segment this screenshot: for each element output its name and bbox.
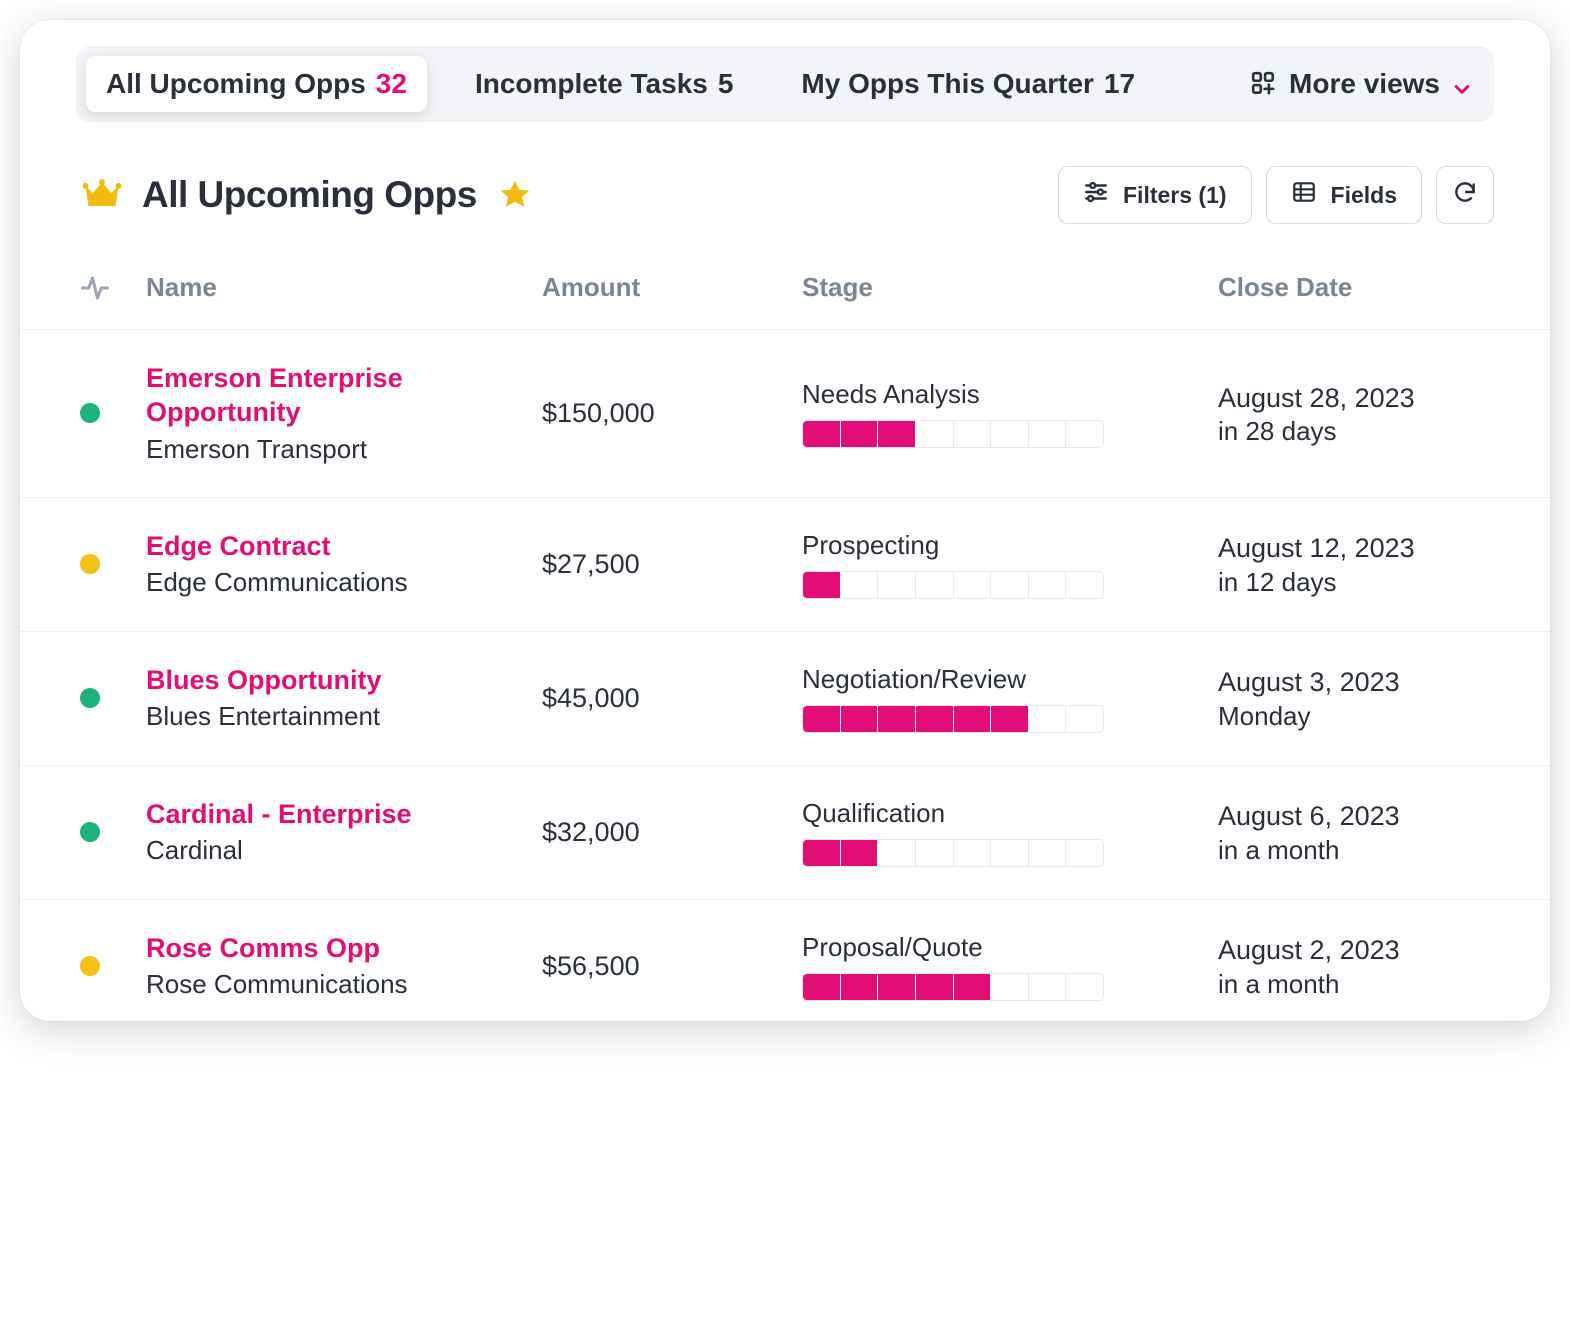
table-row[interactable]: Blues OpportunityBlues Entertainment$45,… — [20, 632, 1550, 766]
tab-count: 17 — [1104, 68, 1135, 100]
amount-value: $27,500 — [542, 549, 802, 580]
close-date: August 2, 2023 — [1218, 932, 1494, 968]
opportunity-name-link[interactable]: Rose Comms Opp — [146, 932, 542, 966]
stage-progress — [802, 420, 1104, 448]
column-header-amount[interactable]: Amount — [542, 272, 802, 303]
stage-progress — [802, 571, 1104, 599]
table-row[interactable]: Edge ContractEdge Communications$27,500P… — [20, 498, 1550, 632]
status-dot — [80, 688, 100, 708]
opportunity-name-link[interactable]: Blues Opportunity — [146, 664, 542, 698]
filters-label: Filters (1) — [1123, 182, 1227, 209]
refresh-button[interactable] — [1436, 166, 1494, 224]
page-title: All Upcoming Opps — [142, 174, 477, 216]
account-name: Edge Communications — [146, 567, 542, 598]
amount-value: $56,500 — [542, 951, 802, 982]
amount-value: $32,000 — [542, 817, 802, 848]
title-row: All Upcoming Opps Filters (1) — [20, 122, 1550, 254]
tab-label: All Upcoming Opps — [106, 68, 366, 100]
star-icon[interactable] — [497, 177, 533, 213]
status-dot — [80, 554, 100, 574]
close-date-relative: in 12 days — [1218, 567, 1494, 598]
stage-progress — [802, 973, 1104, 1001]
status-dot — [80, 956, 100, 976]
close-date: August 28, 2023 — [1218, 380, 1494, 416]
table-body: Emerson Enterprise Opportunity Emerson Tr… — [20, 330, 1550, 1013]
activity-icon — [80, 273, 110, 303]
close-date-relative: Monday — [1218, 701, 1494, 732]
stage-label: Prospecting — [802, 530, 1218, 561]
opportunity-name-link[interactable]: Cardinal - Enterprise — [146, 798, 542, 832]
stage-progress — [802, 839, 1104, 867]
close-date: August 6, 2023 — [1218, 798, 1494, 834]
table-icon — [1291, 179, 1317, 211]
account-name: Blues Entertainment — [146, 701, 542, 732]
more-views-button[interactable]: More views — [1251, 68, 1480, 100]
grid-add-icon — [1251, 71, 1277, 97]
account-name: Rose Communications — [146, 969, 542, 1000]
chevron-down-icon — [1452, 74, 1472, 94]
tab-all-upcoming-opps[interactable]: All Upcoming Opps 32 — [86, 56, 427, 112]
table-row[interactable]: Cardinal - EnterpriseCardinal$32,000Qual… — [20, 766, 1550, 900]
tab-my-opps-this-quarter[interactable]: My Opps This Quarter 17 — [781, 56, 1155, 112]
amount-value: $45,000 — [542, 683, 802, 714]
close-date-relative: in a month — [1218, 835, 1494, 866]
fields-label: Fields — [1331, 182, 1397, 209]
status-dot — [80, 403, 100, 423]
account-name: Cardinal — [146, 835, 542, 866]
stage-label: Proposal/Quote — [802, 932, 1218, 963]
tabs-container: All Upcoming Opps 32 Incomplete Tasks 5 … — [20, 20, 1550, 122]
column-header-stage[interactable]: Stage — [802, 272, 1218, 303]
amount-value: $150,000 — [542, 398, 802, 429]
tab-count: 32 — [376, 68, 407, 100]
opportunity-name-link[interactable]: Emerson Enterprise Opportunity — [146, 362, 542, 430]
close-date-relative: in a month — [1218, 969, 1494, 1000]
stage-progress — [802, 705, 1104, 733]
tab-label: My Opps This Quarter — [801, 68, 1094, 100]
fields-button[interactable]: Fields — [1266, 166, 1422, 224]
tab-incomplete-tasks[interactable]: Incomplete Tasks 5 — [455, 56, 753, 112]
sliders-icon — [1083, 179, 1109, 211]
table-row[interactable]: Emerson Enterprise Opportunity Emerson Tr… — [20, 330, 1550, 498]
account-name: Emerson Transport — [146, 434, 542, 465]
close-date: August 12, 2023 — [1218, 530, 1494, 566]
close-date: August 3, 2023 — [1218, 664, 1494, 700]
views-tabs: All Upcoming Opps 32 Incomplete Tasks 5 … — [76, 46, 1494, 122]
crown-icon — [80, 173, 124, 217]
more-views-label: More views — [1289, 68, 1440, 100]
status-dot — [80, 822, 100, 842]
opportunity-name-link[interactable]: Edge Contract — [146, 530, 542, 564]
column-header-close-date[interactable]: Close Date — [1218, 272, 1494, 303]
stage-label: Needs Analysis — [802, 379, 1218, 410]
stage-label: Negotiation/Review — [802, 664, 1218, 695]
close-date-relative: in 28 days — [1218, 416, 1494, 447]
column-header-name[interactable]: Name — [146, 272, 542, 303]
table-row[interactable]: Rose Comms OppRose Communications$56,500… — [20, 900, 1550, 1013]
table-header: Name Amount Stage Close Date — [20, 254, 1550, 330]
tab-label: Incomplete Tasks — [475, 68, 708, 100]
refresh-icon — [1452, 179, 1478, 211]
tab-count: 5 — [718, 68, 734, 100]
stage-label: Qualification — [802, 798, 1218, 829]
filters-button[interactable]: Filters (1) — [1058, 166, 1252, 224]
app-card: All Upcoming Opps 32 Incomplete Tasks 5 … — [20, 20, 1550, 1021]
